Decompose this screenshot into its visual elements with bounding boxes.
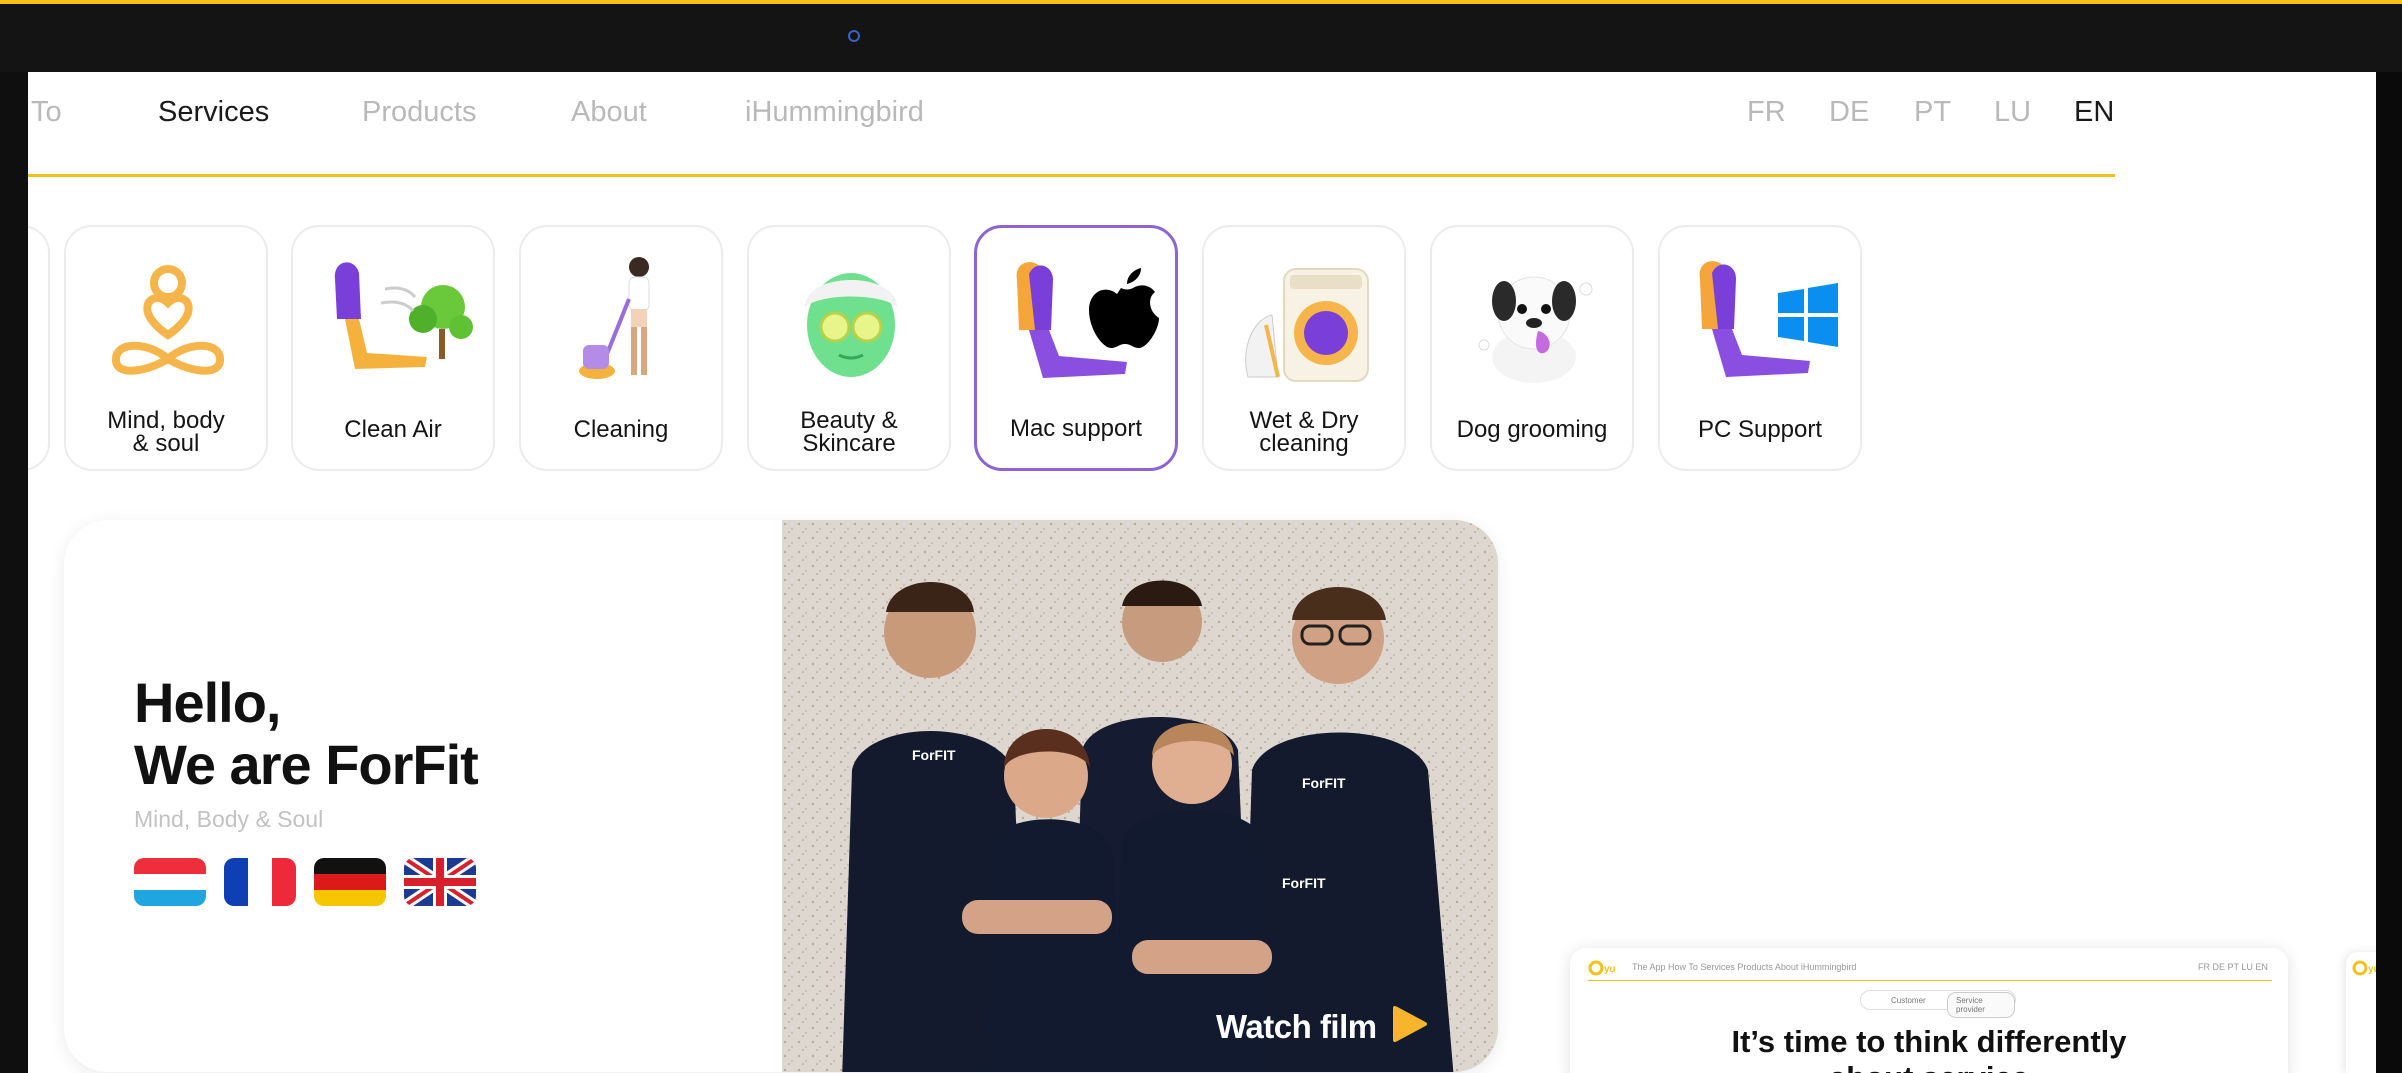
service-card-mac-support[interactable]: Mac support [974, 225, 1178, 471]
service-label: PC Support [1697, 416, 1823, 443]
bar-indicator-icon [848, 30, 860, 42]
preview-title-line1: It’s time to think differently [1731, 1024, 2127, 1059]
service-label: Beauty & Skincare [800, 407, 898, 457]
washing-machine-icon [1245, 268, 1369, 382]
lang-en[interactable]: EN [2074, 96, 2114, 129]
service-label: Clean Air [344, 416, 442, 443]
preview-toggle: Customer Service provider [1860, 990, 2016, 1018]
preview-toggle-customer: Customer [1891, 996, 1926, 1005]
svg-text:yu: yu [1604, 964, 1616, 975]
windows-icon [1699, 261, 1838, 377]
hero-heading: Hello, We are ForFit [134, 671, 479, 796]
shirt-logo: ForFIT [912, 747, 956, 763]
service-card-dog-grooming[interactable]: Dog grooming [1430, 225, 1634, 471]
shirt-logo: ForFIT [1302, 775, 1346, 791]
preview-toggle-provider: Service provider [1947, 992, 2015, 1018]
nav-item-to[interactable]: To [31, 96, 62, 129]
dog-icon [1478, 276, 1593, 383]
service-card-cleaning[interactable]: Cleaning [519, 225, 723, 471]
preview-langs: FR DE PT LU EN [2198, 962, 2268, 972]
lang-fr[interactable]: FR [1747, 96, 1786, 129]
brand-logo-icon: yu [1588, 960, 1616, 976]
hero-heading-line2: We are ForFit [134, 733, 479, 796]
service-label: Dog grooming [1456, 416, 1608, 443]
web-page: To Services Products About iHummingbird … [28, 72, 2376, 1073]
clean-air-icon [334, 262, 473, 369]
hero-heading-line1: Hello, [134, 671, 281, 734]
preview-nav: The App How To Services Products About i… [1632, 962, 1857, 972]
service-label: Mac support [1009, 415, 1143, 442]
germany-flag-icon[interactable] [314, 858, 386, 906]
service-card-beauty-skincare[interactable]: Beauty & Skincare [747, 225, 951, 471]
service-card-pc-support[interactable]: PC Support [1658, 225, 1862, 471]
play-icon [1393, 1006, 1428, 1042]
preview-title-line2: about service [1829, 1060, 2029, 1073]
cleaning-icon [579, 257, 650, 379]
luxembourg-flag-icon[interactable] [134, 858, 206, 906]
nav-underline [28, 174, 2115, 177]
service-card-mind-body-soul[interactable]: Mind, body & soul [64, 225, 268, 471]
lang-pt[interactable]: PT [1914, 96, 1951, 129]
top-nav: To Services Products About iHummingbird … [28, 96, 2114, 146]
nav-item-about[interactable]: About [571, 96, 647, 129]
app-preview-card[interactable]: yu The App How To Services Products Abou… [1570, 948, 2288, 1073]
nav-item-ihummingbird[interactable]: iHummingbird [745, 96, 924, 129]
service-label: Wet & Dry cleaning [1249, 407, 1359, 457]
uk-flag-icon[interactable] [404, 858, 476, 906]
next-preview-card-edge: yu [2346, 952, 2376, 1073]
shirt-logo: ForFIT [1282, 875, 1326, 891]
face-mask-icon [805, 273, 897, 377]
preview-nav-line [1588, 980, 2272, 981]
service-card-partial[interactable] [28, 225, 50, 471]
service-card-clean-air[interactable]: Clean Air [291, 225, 495, 471]
service-card-wet-dry-cleaning[interactable]: Wet & Dry cleaning [1202, 225, 1406, 471]
nav-item-products[interactable]: Products [362, 96, 476, 129]
meditation-icon [112, 265, 224, 375]
lang-de[interactable]: DE [1829, 96, 1869, 129]
hero-subtitle: Mind, Body & Soul [134, 806, 324, 832]
apple-icon [1016, 262, 1159, 378]
browser-top-bar [0, 0, 2402, 72]
brand-logo-icon: yu [2352, 960, 2376, 976]
hero-card: Hello, We are ForFit Mind, Body & Soul F… [64, 520, 1498, 1072]
service-label: Cleaning [573, 416, 669, 443]
watch-film-label: Watch film [1216, 1008, 1377, 1045]
service-label: Mind, body & soul [107, 407, 225, 457]
france-flag-icon[interactable] [224, 858, 296, 906]
team-photo-image: ForFIT ForFIT ForFIT [782, 520, 1498, 1072]
hero-text-panel: Hello, We are ForFit Mind, Body & Soul [64, 520, 782, 1072]
lang-lu[interactable]: LU [1994, 96, 2031, 129]
watch-film-button[interactable]: Watch film [1216, 1004, 1429, 1046]
right-edge-strip [2376, 72, 2402, 1073]
nav-item-services[interactable]: Services [158, 96, 269, 129]
preview-title: It’s time to think differently about ser… [1570, 1024, 2288, 1073]
svg-text:yu: yu [2368, 964, 2376, 975]
team-photo: ForFIT ForFIT ForFIT [782, 520, 1498, 1072]
